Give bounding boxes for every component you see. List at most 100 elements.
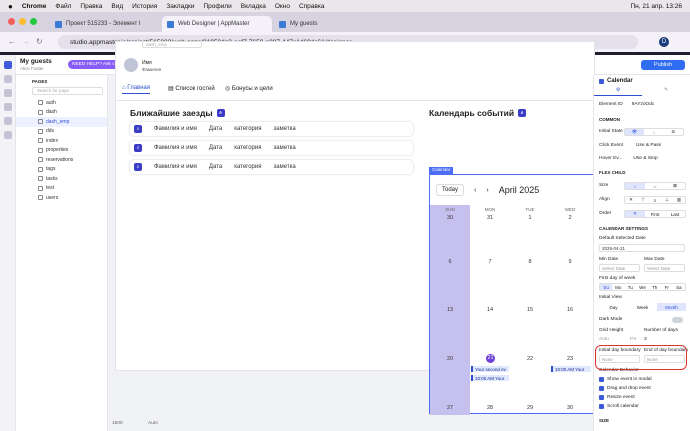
search-icon[interactable]: ⌕ — [134, 144, 142, 152]
page-item[interactable]: tags — [16, 165, 107, 175]
data-icon[interactable] — [4, 75, 12, 83]
zoom-window-icon[interactable] — [30, 18, 37, 25]
check-resize[interactable]: Resize event — [599, 395, 635, 400]
default-date-input[interactable]: 2025-04-21 — [599, 244, 685, 252]
browser-tab-1[interactable]: Проект 515233 - Элемент I — [50, 16, 160, 32]
zoom-level[interactable]: 1600 — [112, 421, 123, 426]
day-cell[interactable]: 20 — [430, 356, 470, 362]
day-cell[interactable]: 1 — [510, 215, 550, 221]
day-cell[interactable]: 27 — [430, 405, 470, 411]
tab-styles[interactable]: ✎ — [642, 88, 690, 96]
order-toggle[interactable]: ✕ First Last — [624, 210, 686, 218]
grid-height-input[interactable]: Auto — [599, 337, 609, 342]
menu-bookmarks[interactable]: Закладки — [166, 3, 194, 10]
day-cell[interactable]: 6 — [430, 259, 470, 265]
calendar-event[interactable]: 10:00 AM Your — [551, 366, 591, 372]
day-cell[interactable]: 15 — [510, 307, 550, 313]
menu-window[interactable]: Окно — [275, 3, 290, 10]
check-scroll[interactable]: Scroll calendar — [599, 404, 639, 409]
calendar-event[interactable]: 10:00 AM Your — [471, 375, 509, 381]
forward-icon[interactable]: → — [22, 37, 30, 46]
page-item[interactable]: index — [16, 136, 107, 146]
table-row[interactable]: ⌕ Фамилия и имя Дата категория заметка — [130, 122, 413, 136]
hover-event-select[interactable]: Use & Stop — [633, 156, 657, 161]
nav-guests[interactable]: ▤ Список гостей — [168, 85, 215, 92]
day-cell[interactable]: 30 — [430, 215, 470, 221]
clock[interactable]: Пн, 21 апр. 13:26 — [630, 3, 682, 10]
size-toggle[interactable]: ↕ ⇔ ⊠ — [624, 182, 686, 190]
page-search-input[interactable]: Search for page — [32, 87, 103, 95]
dark-mode-toggle[interactable] — [672, 317, 683, 323]
search-icon[interactable]: ⌕ — [518, 109, 527, 117]
day-cell[interactable]: 2 — [550, 215, 590, 221]
apple-icon[interactable]: ● — [8, 2, 13, 11]
prev-icon[interactable]: ‹ — [474, 187, 476, 194]
page-item[interactable]: auth — [16, 98, 107, 108]
close-window-icon[interactable] — [8, 18, 15, 25]
page-item[interactable]: test — [16, 184, 107, 194]
num-days-input[interactable]: 3 — [644, 337, 647, 342]
home-icon[interactable] — [4, 61, 12, 69]
day-cell[interactable]: 28 — [470, 405, 510, 411]
day-cell[interactable]: 16 — [550, 307, 590, 313]
menu-history[interactable]: История — [132, 3, 157, 10]
checkbox-icon[interactable] — [599, 386, 604, 391]
day-cell[interactable]: 23 — [550, 356, 590, 362]
menu-file[interactable]: Файл — [55, 3, 71, 10]
calendar-widget[interactable]: Calendar Today ‹ › April 2025 SUN MON TUE W… — [429, 167, 599, 415]
menu-view[interactable]: Вид — [111, 3, 123, 10]
day-cell-today[interactable]: 21 — [486, 354, 495, 363]
min-date-input[interactable]: Select Date — [599, 264, 640, 272]
today-button[interactable]: Today — [436, 184, 465, 196]
back-icon[interactable]: ← — [8, 37, 16, 46]
search-icon[interactable]: ⌕ — [134, 163, 142, 171]
menu-profiles[interactable]: Профили — [203, 3, 231, 10]
settings-section[interactable]: CALENDAR SETTINGS — [599, 226, 648, 231]
initial-state-toggle[interactable]: 👁 ◌ ⊘ — [624, 128, 684, 136]
page-item[interactable]: users — [16, 193, 107, 203]
nav-main[interactable]: ⌂ Главная — [122, 85, 151, 94]
nav-bonuses[interactable]: ◎ Бонусы и цели — [225, 85, 273, 92]
initial-view-toggle[interactable]: Day Week Month — [599, 303, 686, 311]
flex-section[interactable]: FLEX CHILD — [599, 170, 626, 175]
page-item[interactable]: tasks — [16, 174, 107, 184]
pages-icon[interactable] — [4, 89, 12, 97]
profile-avatar[interactable]: D — [659, 37, 669, 47]
menu-edit[interactable]: Правка — [80, 3, 102, 10]
click-event-select[interactable]: Use & Pass — [636, 143, 661, 148]
settings-icon[interactable] — [4, 131, 12, 139]
calendar-event[interactable]: Your second ev — [471, 366, 509, 372]
page-item[interactable]: properties — [16, 146, 107, 156]
minimize-window-icon[interactable] — [19, 18, 26, 25]
element-id-value[interactable]: 9AYzoOdc — [632, 102, 655, 107]
day-cell[interactable]: 22 — [510, 356, 550, 362]
max-date-input[interactable]: Select Date — [644, 264, 685, 272]
components-icon[interactable] — [4, 103, 12, 111]
check-drag-drop[interactable]: Drag and drop event — [599, 386, 651, 391]
day-cell[interactable]: 29 — [510, 405, 550, 411]
publish-button[interactable]: Publish — [641, 60, 685, 70]
menu-help[interactable]: Справка — [299, 3, 325, 10]
functions-icon[interactable] — [4, 117, 12, 125]
checkbox-icon[interactable] — [599, 395, 604, 400]
day-cell[interactable]: 31 — [470, 215, 510, 221]
search-icon[interactable]: ⌕ — [134, 125, 142, 133]
first-day-toggle[interactable]: Su Mo Tu We Th Fr Sa — [599, 283, 686, 291]
checkbox-icon[interactable] — [599, 404, 604, 409]
table-row[interactable]: ⌕ Фамилия и имя Дата категория заметка — [130, 160, 413, 174]
align-toggle[interactable]: ✕ ⊤ ≡ ⊥ ▥ — [624, 196, 686, 204]
menu-tab[interactable]: Вкладка — [241, 3, 266, 10]
search-icon[interactable]: ⌕ — [216, 109, 225, 117]
common-section[interactable]: COMMON — [599, 117, 620, 122]
app-menu[interactable]: Chrome — [22, 3, 47, 10]
project-title[interactable]: My guests — [20, 58, 52, 65]
grid-height-unit[interactable]: PX — [630, 337, 636, 342]
page-item[interactable]: dds — [16, 127, 107, 137]
day-cell[interactable]: 9 — [550, 259, 590, 265]
next-icon[interactable]: › — [486, 187, 488, 194]
day-cell[interactable]: 14 — [470, 307, 510, 313]
tab-properties[interactable]: ⚙ — [594, 88, 642, 96]
day-cell[interactable]: 7 — [470, 259, 510, 265]
day-cell[interactable]: 8 — [510, 259, 550, 265]
table-row[interactable]: ⌕ Фамилия и имя Дата категория заметка — [130, 141, 413, 155]
